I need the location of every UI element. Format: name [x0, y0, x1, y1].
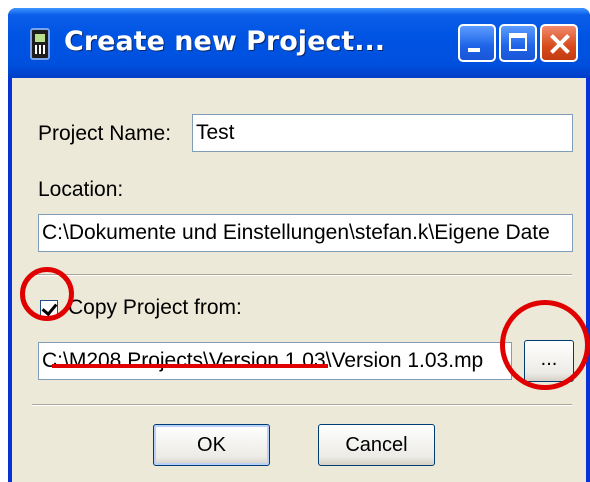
minimize-icon — [468, 48, 480, 52]
location-input[interactable]: C:\Dokumente und Einstellungen\stefan.k\… — [38, 214, 573, 252]
dialog-window: Create new Project... Project Name: Test… — [8, 8, 590, 482]
ok-button[interactable]: OK — [153, 424, 270, 466]
project-name-input[interactable]: Test — [192, 114, 573, 152]
separator — [32, 274, 572, 276]
close-button[interactable] — [540, 24, 578, 62]
maximize-button[interactable] — [499, 24, 537, 62]
window-title: Create new Project... — [64, 26, 386, 57]
cancel-button[interactable]: Cancel — [318, 424, 435, 466]
project-name-label: Project Name: — [38, 122, 172, 145]
path-underline — [52, 364, 328, 368]
copy-path-input[interactable]: C:\M208 Projects\Version 1.03\Version 1.… — [38, 342, 512, 380]
copy-project-label: Copy Project from: — [68, 296, 242, 319]
location-label: Location: — [38, 178, 124, 201]
separator — [32, 404, 572, 406]
title-bar[interactable]: Create new Project... — [8, 8, 590, 78]
dialog-body: Project Name: Test Location: C:\Dokument… — [12, 78, 586, 482]
close-icon — [548, 30, 570, 56]
mobile-phone-icon — [30, 28, 50, 60]
browse-button-highlight-circle — [500, 300, 590, 390]
maximize-icon — [509, 33, 527, 51]
minimize-button[interactable] — [458, 24, 496, 62]
checkbox-highlight-circle — [20, 267, 74, 321]
